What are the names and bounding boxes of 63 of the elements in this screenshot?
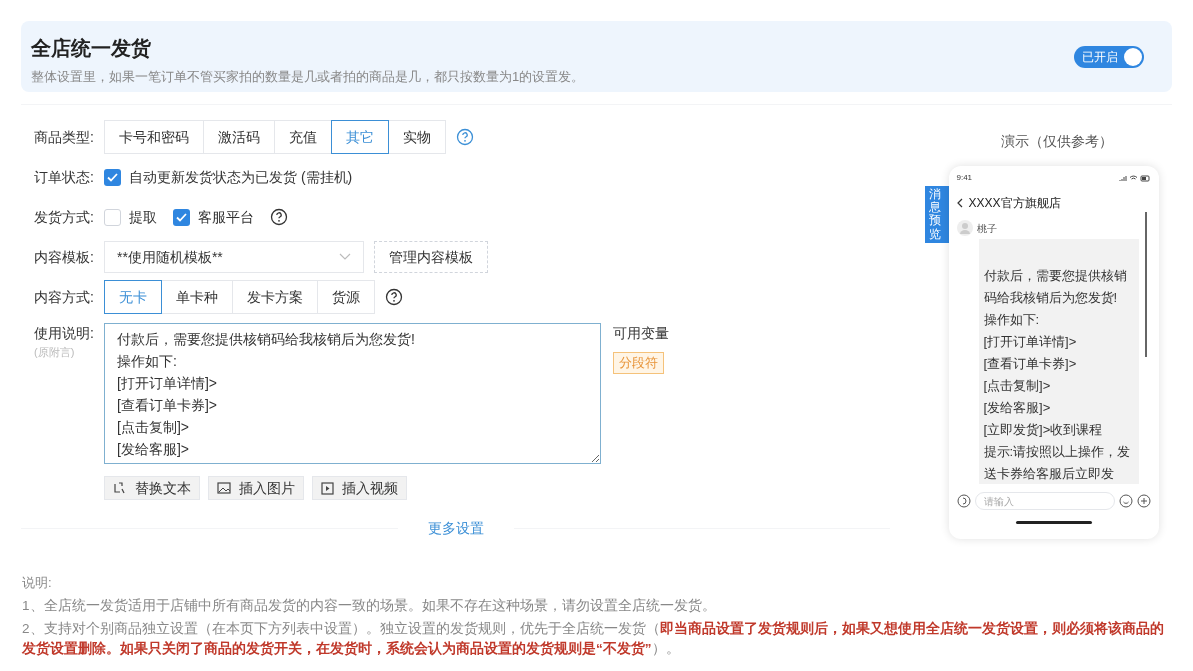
- image-icon: [217, 482, 231, 494]
- template-select[interactable]: **使用随机模板**: [104, 241, 364, 273]
- check-icon: [176, 212, 187, 222]
- play-icon: [321, 481, 334, 495]
- back-icon[interactable]: [956, 198, 963, 208]
- message-line: [打开订单详情]>: [983, 333, 1078, 351]
- text-replace-icon: [113, 481, 127, 495]
- manage-template-button[interactable]: 管理内容模板: [374, 241, 488, 273]
- message-line: 提示:请按照以上操作，发送卡券给客服后立即发: [983, 443, 1132, 483]
- toolbar-button[interactable]: 插入视频: [312, 476, 407, 500]
- status-time: 9:41: [956, 172, 973, 184]
- segment-tab[interactable]: 其它: [331, 120, 389, 154]
- note-paragraph: 2、支持对个别商品独立设置（在本页下方列表中设置）。独立设置的发货规则，优先于全店统一发货（即当商品设置了发货规则后，如果又想使用全店统一发货设置，则必须将该商品的发货设置删除。如果只关闭了商品的发货开关，在发货时，系统会认为商品设置的发货规则是“不发货”）。: [22, 619, 1165, 658]
- shop-name: XXXX官方旗舰店: [968, 195, 1061, 212]
- message-line: [发给客服]>: [983, 399, 1052, 417]
- toolbar-button[interactable]: 替换文本: [104, 476, 200, 500]
- segment-tab[interactable]: 无卡: [104, 280, 162, 314]
- checkbox-label: 客服平台: [198, 207, 254, 227]
- field-label: 使用说明:: [34, 324, 95, 343]
- emoji-icon[interactable]: [1118, 494, 1133, 508]
- segment-tab[interactable]: 卡号和密码: [104, 120, 204, 154]
- field-sublabel: (原附言): [34, 345, 76, 360]
- help-icon[interactable]: [270, 208, 288, 226]
- field-label: 发货方式:: [34, 207, 95, 227]
- check-icon: [107, 172, 118, 182]
- preview-side-tab[interactable]: 消息预览: [924, 186, 949, 243]
- message-line: 付款后，需要您提供核销码给我核销后为您发货!: [983, 267, 1128, 307]
- avatar-icon: [956, 220, 973, 236]
- more-settings-link[interactable]: 更多设置: [397, 518, 514, 539]
- field-label: 订单状态:: [34, 167, 95, 187]
- field-label: 内容模板:: [34, 247, 95, 267]
- message-line: [查看订单卡券]>: [983, 355, 1078, 373]
- segment-tab[interactable]: 单卡种: [161, 280, 233, 314]
- segment-tab[interactable]: 充值: [274, 120, 332, 154]
- notes-title: 说明:: [22, 574, 53, 592]
- segment-tab[interactable]: 货源: [317, 280, 375, 314]
- checkbox-label: 提取: [129, 207, 157, 227]
- help-icon[interactable]: [385, 288, 403, 306]
- page-title: 全店统一发货: [31, 36, 152, 61]
- preview-title: 演示（仅供参考）: [1000, 132, 1113, 151]
- segment-tab[interactable]: 实物: [388, 120, 446, 154]
- plus-icon[interactable]: [1136, 494, 1151, 508]
- checkbox[interactable]: [104, 208, 121, 226]
- segment-tab[interactable]: 发卡方案: [232, 280, 318, 314]
- toolbar-button[interactable]: 插入图片: [208, 476, 304, 500]
- field-label: 商品类型:: [34, 127, 95, 147]
- sender-name: 桃子: [976, 221, 997, 236]
- chevron-down-icon: [339, 253, 351, 261]
- checkbox-label: 自动更新发货状态为已发货 (需挂机): [129, 167, 353, 187]
- variables-title: 可用变量: [613, 324, 669, 343]
- instructions-textarea[interactable]: 付款后，需要您提供核销码给我核销后为您发货! 操作如下: [打开订单详情]> [查看订单卡券]> [点击复制]> [发给客服]>: [104, 323, 601, 464]
- segment-tab[interactable]: 激活码: [203, 120, 275, 154]
- note-paragraph: 1、全店统一发货适用于店铺中所有商品发货的内容一致的场景。如果不存在这种场景，请勿设置全店统一发货。: [22, 596, 717, 615]
- message-line: 操作如下:: [983, 311, 1041, 329]
- field-label: 内容方式:: [34, 287, 95, 307]
- toggle-switch[interactable]: 已开启: [1074, 46, 1144, 68]
- voice-icon[interactable]: [956, 494, 971, 508]
- checkbox[interactable]: [104, 168, 121, 186]
- message-line: [点击复制]>: [983, 377, 1052, 395]
- page-subtitle: 整体设置里，如果一笔订单不管买家拍的数量是几或者拍的商品是几，都只按数量为1的设置发。: [31, 68, 585, 86]
- status-icons-drawing: [1118, 174, 1151, 182]
- checkbox[interactable]: [173, 208, 190, 226]
- message-line: [立即发货]>收到课程: [983, 421, 1104, 439]
